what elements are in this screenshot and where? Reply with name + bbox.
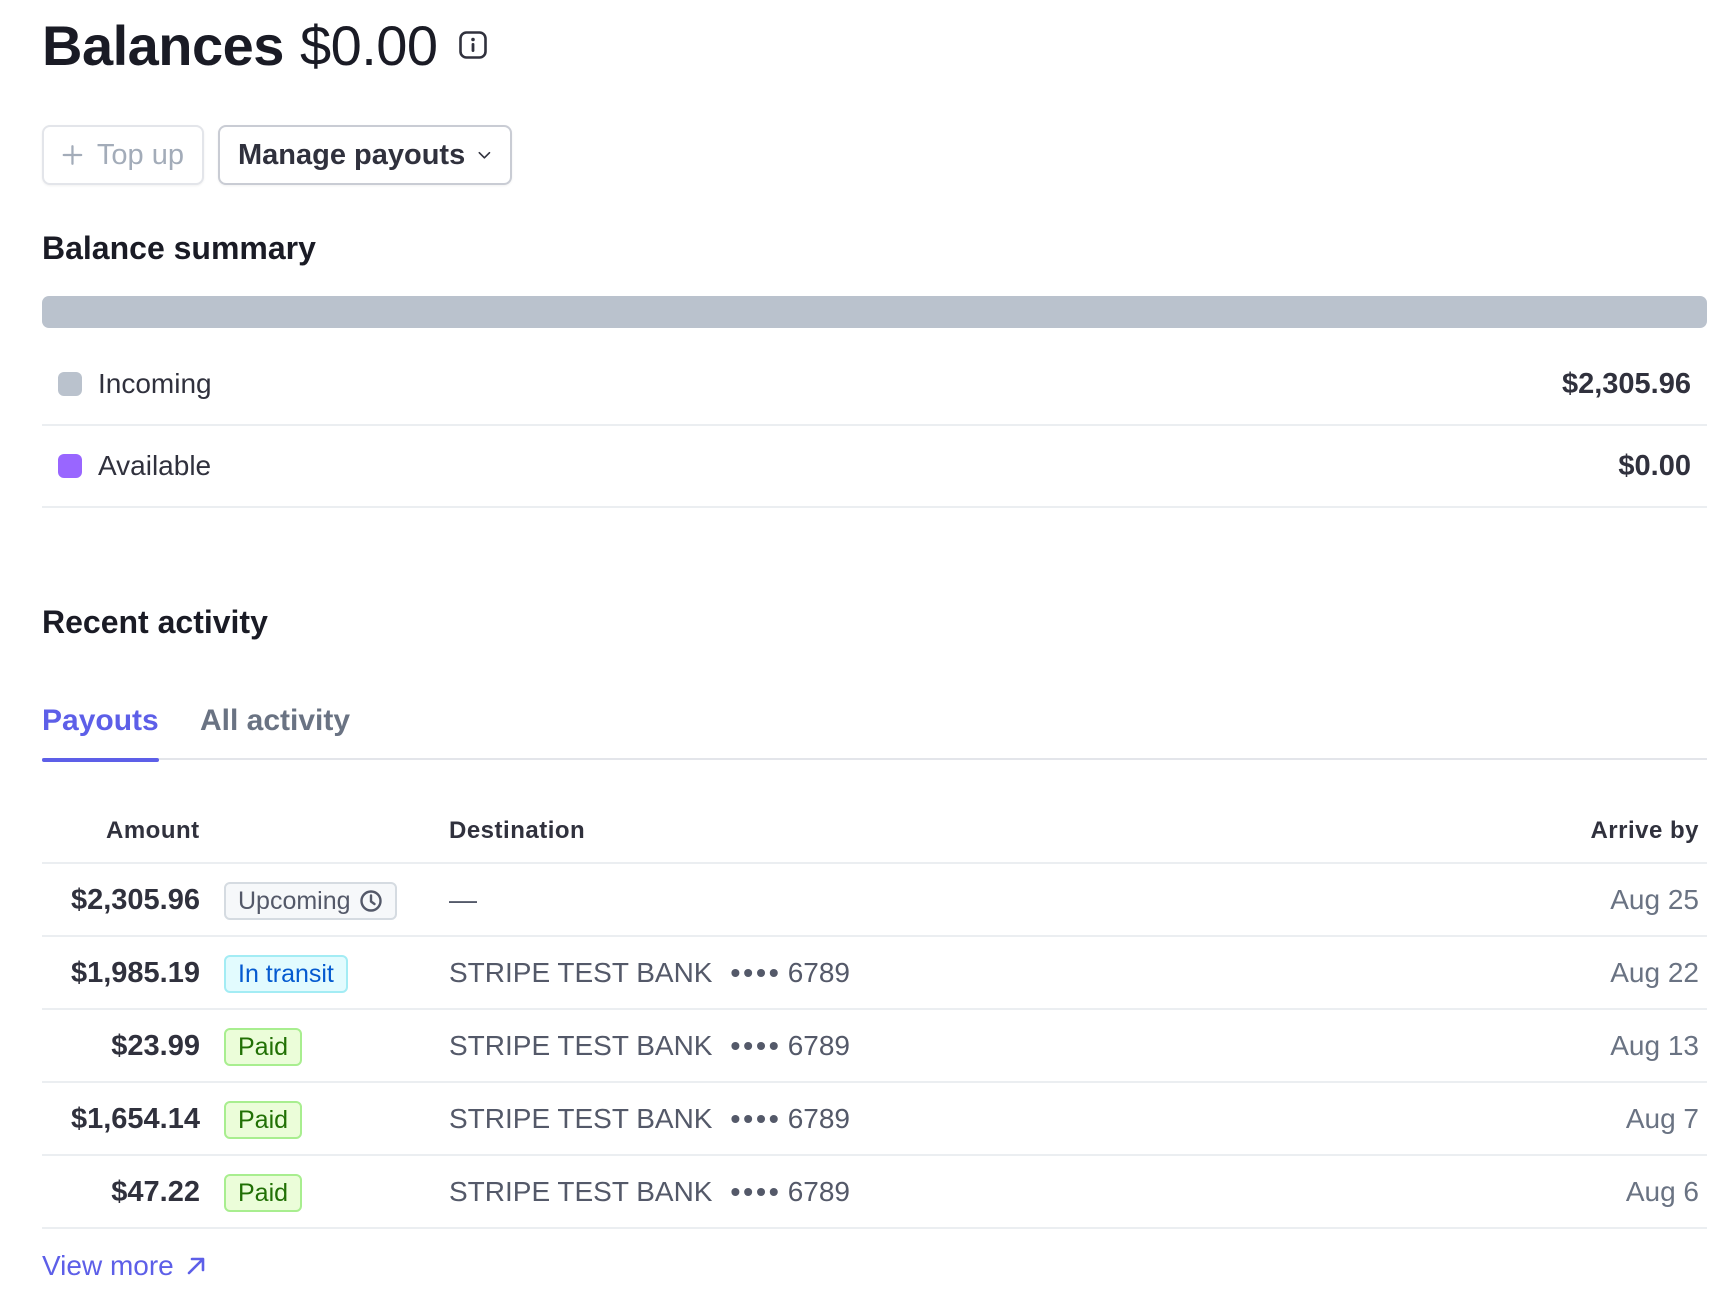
payout-amount: $2,305.96: [70, 883, 200, 916]
balance-summary-title: Balance summary: [42, 230, 316, 266]
status-label: Upcoming: [238, 886, 351, 915]
column-header-arrive-by[interactable]: Arrive by: [1590, 800, 1699, 862]
status-badge: In transit: [224, 955, 348, 993]
payout-arrive-by: Aug 13: [1610, 1030, 1699, 1061]
balance-bar: [42, 296, 1707, 328]
masked-dots: ••••: [730, 957, 782, 988]
payout-amount: $47.22: [111, 1175, 200, 1208]
destination-name: —: [449, 884, 477, 915]
status-label: Paid: [238, 1105, 289, 1134]
table-row[interactable]: $2,305.96 Upcoming — Aug 25: [42, 864, 1707, 937]
destination-name: STRIPE TEST BANK: [449, 1176, 713, 1207]
payout-arrive-by: Aug 25: [1610, 884, 1699, 915]
active-tab-indicator: [42, 758, 159, 762]
table-row[interactable]: $23.99 Paid STRIPE TEST BANK •••• 6789 A…: [42, 1010, 1707, 1083]
manage-payouts-button[interactable]: Manage payouts: [218, 125, 512, 185]
account-last4: 6789: [787, 957, 850, 988]
payout-destination: —: [449, 864, 477, 936]
activity-tabs: Payouts All activity: [42, 682, 1707, 762]
clock-icon: [359, 890, 382, 912]
summary-row-available: Available $0.00: [42, 426, 1707, 508]
available-swatch: [58, 454, 82, 478]
payout-destination: STRIPE TEST BANK •••• 6789: [449, 937, 850, 1009]
account-last4: 6789: [787, 1103, 850, 1134]
payout-arrive-by: Aug 7: [1625, 1103, 1699, 1134]
recent-activity-title: Recent activity: [42, 604, 268, 640]
view-more-link[interactable]: View more: [42, 1250, 208, 1282]
tab-all-activity[interactable]: All activity: [200, 682, 350, 760]
summary-value: $0.00: [1618, 449, 1691, 482]
payout-arrive-by: Aug 6: [1625, 1176, 1699, 1207]
table-row[interactable]: $1,985.19 In transit STRIPE TEST BANK ••…: [42, 937, 1707, 1010]
payout-arrive-by: Aug 22: [1610, 957, 1699, 988]
table-row[interactable]: $47.22 Paid STRIPE TEST BANK •••• 6789 A…: [42, 1156, 1707, 1229]
payout-destination: STRIPE TEST BANK •••• 6789: [449, 1010, 850, 1082]
summary-label: Incoming: [98, 368, 212, 399]
masked-dots: ••••: [730, 1103, 782, 1134]
destination-name: STRIPE TEST BANK: [449, 957, 713, 988]
tab-label: All activity: [200, 704, 351, 737]
status-badge: Upcoming: [224, 882, 397, 920]
destination-name: STRIPE TEST BANK: [449, 1103, 713, 1134]
tab-label: Payouts: [42, 704, 159, 737]
page-header: Balances $0.00: [42, 13, 488, 77]
total-balance: $0.00: [299, 13, 438, 77]
column-header-amount[interactable]: Amount: [106, 800, 200, 862]
payouts-table-header: Amount Destination Arrive by: [42, 800, 1707, 864]
masked-dots: ••••: [730, 1176, 782, 1207]
status-label: In transit: [238, 959, 334, 988]
payout-amount: $1,985.19: [70, 956, 200, 989]
plus-icon: [62, 145, 83, 165]
payout-amount: $23.99: [111, 1029, 200, 1062]
incoming-swatch: [58, 372, 82, 396]
tab-payouts[interactable]: Payouts: [42, 682, 159, 762]
account-last4: 6789: [787, 1176, 850, 1207]
account-last4: 6789: [787, 1030, 850, 1061]
payout-amount: $1,654.14: [70, 1102, 200, 1135]
status-label: Paid: [238, 1178, 289, 1207]
column-header-destination[interactable]: Destination: [449, 800, 585, 862]
arrow-up-right-icon: [187, 1257, 205, 1275]
summary-value: $2,305.96: [1561, 367, 1691, 400]
status-badge: Paid: [224, 1028, 303, 1066]
top-up-button[interactable]: Top up: [42, 125, 204, 185]
page-title: Balances: [42, 13, 284, 77]
info-icon[interactable]: [458, 30, 488, 60]
payout-destination: STRIPE TEST BANK •••• 6789: [449, 1156, 850, 1228]
status-badge: Paid: [224, 1101, 303, 1139]
chevron-down-icon: [478, 151, 491, 159]
destination-name: STRIPE TEST BANK: [449, 1030, 713, 1061]
header-actions: Top up Manage payouts: [42, 125, 512, 185]
table-row[interactable]: $1,654.14 Paid STRIPE TEST BANK •••• 678…: [42, 1083, 1707, 1156]
top-up-label: Top up: [96, 138, 184, 171]
manage-payouts-label: Manage payouts: [238, 138, 466, 171]
view-more-label: View more: [42, 1250, 174, 1281]
payout-destination: STRIPE TEST BANK •••• 6789: [449, 1083, 850, 1155]
summary-row-incoming: Incoming $2,305.96: [42, 344, 1707, 426]
status-label: Paid: [238, 1032, 289, 1061]
masked-dots: ••••: [730, 1030, 782, 1061]
summary-label: Available: [98, 450, 212, 481]
status-badge: Paid: [224, 1174, 303, 1212]
